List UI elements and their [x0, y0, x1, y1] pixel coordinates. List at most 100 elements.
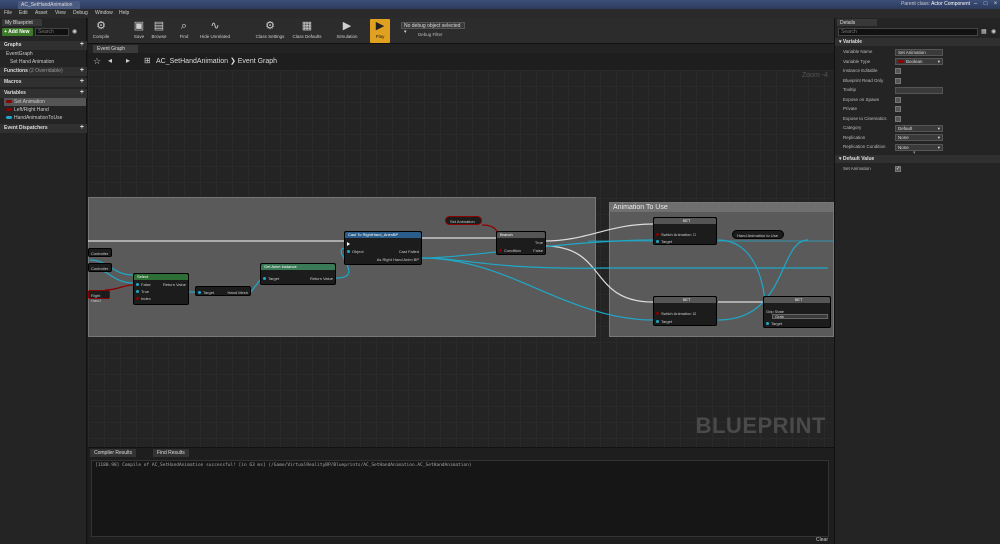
functions-section[interactable]: Functions (2 Overridable) + [0, 67, 87, 76]
graph-icon: ⊞ [144, 56, 151, 65]
event-item[interactable]: Set Hand Animation [8, 58, 90, 66]
menu-window[interactable]: Window [95, 10, 113, 17]
hand-animation-var-node[interactable]: Hand Animation to Use [732, 230, 784, 239]
menu-edit[interactable]: Edit [19, 10, 28, 17]
document-tab[interactable]: AC_SetHandAnimation [18, 1, 80, 9]
details-search-input[interactable]: Search [838, 28, 978, 36]
breadcrumb: AC_SetHandAnimation ❯ Event Graph [156, 58, 278, 65]
property-checkbox[interactable] [895, 115, 901, 122]
cast-node[interactable]: Cast To RightHand_AnimBP Object Cast Fai… [344, 231, 422, 265]
tab-compiler-results[interactable]: Compiler Results [90, 449, 137, 457]
property-select[interactable]: Default ▾ [895, 124, 943, 132]
breadcrumb-root[interactable]: AC_SetHandAnimation [156, 58, 228, 65]
set-node-2[interactable]: SET Switch Animation ☑ Target [653, 296, 717, 326]
add-graph-icon[interactable]: + [80, 41, 84, 48]
class-settings-button[interactable]: ⚙ Class Settings [254, 19, 286, 43]
simulation-button[interactable]: ▶ Simulation [333, 19, 361, 43]
menu-file[interactable]: File [4, 10, 12, 17]
back-arrow-icon[interactable]: ◂ [108, 56, 112, 65]
add-function-icon[interactable]: + [80, 67, 84, 74]
property-checkbox[interactable] [895, 77, 901, 84]
graph-nav-bar: ☆ ◂ ▸ ⊞ AC_SetHandAnimation ❯ Event Grap… [88, 53, 834, 70]
default-value-checkbox[interactable]: ✓ [895, 166, 901, 172]
browse-button[interactable]: ▤ Browse [150, 19, 168, 43]
set-node-3[interactable]: SET Grip State Grab Target [763, 296, 831, 328]
menu-bar: File Edit Asset View Debug Window Help [0, 9, 1000, 18]
menu-help[interactable]: Help [119, 10, 129, 17]
hide-unrelated-button[interactable]: ∿ Hide Unrelated [196, 19, 234, 43]
get-hand-mesh-node[interactable]: Target Hand Mesh [195, 286, 251, 296]
object-type-icon [6, 116, 12, 120]
set-node-1[interactable]: SET Switch Animation ☐ Target [653, 217, 717, 245]
property-label: Expose to Cinematics [843, 115, 887, 121]
property-checkbox[interactable] [895, 68, 901, 74]
property-select[interactable]: Boolean ▾ [895, 58, 943, 65]
add-macro-icon[interactable]: + [80, 78, 84, 85]
variable-item[interactable]: Left/Right Hand [4, 106, 86, 114]
event-dispatchers-section[interactable]: Event Dispatchers + [0, 124, 87, 133]
event-graph-item[interactable]: EventGraph [4, 50, 86, 58]
my-blueprint-tab[interactable]: My Blueprint [2, 19, 42, 26]
star-icon[interactable]: ☆ [93, 56, 101, 67]
branch-node[interactable]: Branch Condition True False [496, 231, 546, 255]
forward-arrow-icon[interactable]: ▸ [126, 56, 130, 65]
eye-icon[interactable]: ◉ [991, 28, 996, 35]
class-defaults-button[interactable]: ▦ Class Defaults [290, 19, 324, 43]
tab-event-graph[interactable]: Event Graph [93, 45, 138, 53]
find-button[interactable]: ⌕ Find [176, 19, 192, 43]
compiler-log: [1180.98] Compile of AC_SetHandAnimation… [91, 460, 829, 537]
details-tab[interactable]: Details [837, 19, 877, 26]
maximize-icon[interactable]: □ [981, 1, 990, 8]
add-variable-icon[interactable]: + [80, 89, 84, 96]
blueprint-search-input[interactable]: Search [35, 28, 69, 36]
menu-view[interactable]: View [55, 10, 66, 17]
eye-icon[interactable]: ◉ [72, 28, 77, 35]
variable-section[interactable]: ▾ Variable [835, 38, 1000, 46]
variable-item[interactable]: HandAnimationToUse [4, 114, 86, 122]
macros-section[interactable]: Macros + [0, 78, 87, 87]
property-checkbox[interactable] [895, 106, 901, 112]
debug-object-select[interactable]: No debug object selected ▾ [401, 22, 465, 35]
menu-debug[interactable]: Debug [73, 10, 88, 17]
tab-find-results[interactable]: Find Results [153, 449, 189, 457]
right-hand-node[interactable]: Right Hand [88, 290, 110, 303]
property-label: Expose on Spawn [843, 96, 880, 102]
save-button[interactable]: ▣ Save [130, 19, 148, 43]
property-checkbox[interactable] [895, 96, 901, 103]
node-title: SET [654, 297, 716, 303]
property-input[interactable] [895, 86, 943, 94]
add-dispatcher-icon[interactable]: + [80, 124, 84, 131]
minimize-icon[interactable]: – [971, 1, 980, 8]
compile-button[interactable]: ⚙ Compile [90, 19, 112, 43]
set-animation-var-node[interactable]: Set Animation [445, 216, 482, 225]
graph-tab-bar: Event Graph [88, 44, 834, 53]
clear-button[interactable]: Clear [816, 537, 828, 543]
get-anim-instance-node[interactable]: Get Anim Instance Target Return Value [260, 263, 336, 285]
node-title: SET [764, 297, 830, 303]
grip-state-select[interactable]: Grab [772, 314, 828, 319]
parent-class-value: Actor Component [931, 1, 970, 7]
property-input[interactable]: Set Animation [895, 48, 943, 56]
menu-asset[interactable]: Asset [35, 10, 48, 17]
property-select[interactable]: None ▾ [895, 134, 943, 141]
variable-item[interactable]: Set Animation [4, 98, 86, 106]
controller-node-2[interactable]: Controller [88, 263, 112, 272]
add-new-button[interactable]: + Add New [2, 28, 33, 36]
controller-node-1[interactable]: Controller [88, 248, 112, 257]
dropdown-arrow-icon: ▾ [937, 59, 940, 64]
select-node[interactable]: Select False True Index Return Value [133, 273, 189, 305]
grid-view-icon[interactable]: ▦ [981, 28, 987, 35]
close-icon[interactable]: × [991, 1, 1000, 8]
property-label: Instance Editable [843, 68, 878, 73]
property-label: Variable Type [843, 58, 871, 64]
node-title: Branch [497, 232, 545, 238]
graphs-section[interactable]: Graphs + [0, 41, 87, 50]
property-select[interactable]: None ▾ [895, 143, 943, 151]
debug-filter-label: Debug Filter [418, 32, 443, 37]
variables-section[interactable]: Variables + [0, 89, 87, 98]
default-value-section[interactable]: ▾ Default Value [835, 155, 1000, 163]
play-button[interactable]: ▶ Play [370, 19, 390, 43]
dropdown-arrow-icon: ▾ [937, 135, 940, 140]
breadcrumb-leaf[interactable]: Event Graph [238, 58, 277, 65]
graph-canvas[interactable]: Zoom -4 Animation To Use Controller Cont… [88, 70, 834, 447]
